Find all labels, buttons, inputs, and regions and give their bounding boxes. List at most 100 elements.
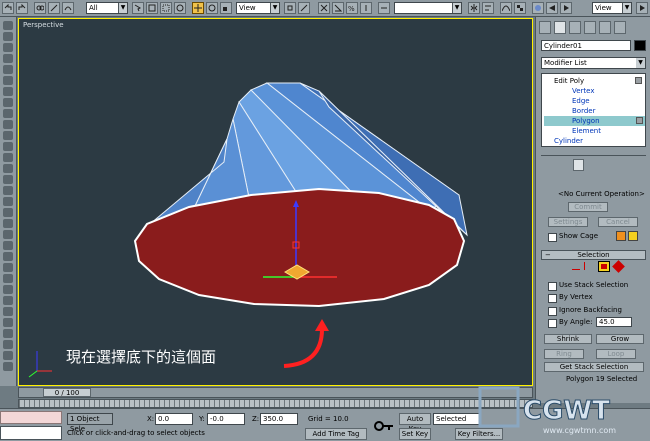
- redo-icon[interactable]: [16, 2, 28, 14]
- render-scene-icon[interactable]: [546, 2, 558, 14]
- stack-item-vertex[interactable]: Vertex: [572, 86, 644, 96]
- y-coordinate-field[interactable]: -0.0: [207, 413, 245, 425]
- stack-item-edit-poly[interactable]: Edit Poly: [554, 76, 644, 86]
- left-toolbar-tool-icon[interactable]: [3, 186, 13, 195]
- rectangular-selection-icon[interactable]: [160, 2, 172, 14]
- snaps-toggle-icon[interactable]: [318, 2, 330, 14]
- named-selection-icon[interactable]: [378, 2, 390, 14]
- left-toolbar-tool-icon[interactable]: [3, 87, 13, 96]
- by-vertex-checkbox[interactable]: By Vertex: [548, 293, 593, 303]
- stack-item-edge[interactable]: Edge: [572, 96, 644, 106]
- reference-coordinate-dropdown[interactable]: View ▼: [236, 2, 280, 14]
- stack-item-element[interactable]: Element: [572, 126, 644, 136]
- time-slider[interactable]: 0 / 100: [18, 387, 533, 398]
- make-unique-icon[interactable]: [599, 159, 610, 171]
- auto-key-button[interactable]: Auto Key: [399, 413, 431, 433]
- pivot-point-icon[interactable]: [284, 2, 296, 14]
- left-toolbar-tool-icon[interactable]: [3, 65, 13, 74]
- key-mode-dropdown[interactable]: Selected: [433, 413, 481, 425]
- left-toolbar-tool-icon[interactable]: [3, 32, 13, 41]
- mirror-icon[interactable]: [468, 2, 480, 14]
- stack-toggle-icon[interactable]: [636, 117, 643, 124]
- left-toolbar-tool-icon[interactable]: [3, 21, 13, 30]
- stack-item-polygon[interactable]: Polygon: [544, 116, 645, 126]
- left-toolbar-tool-icon[interactable]: [3, 329, 13, 338]
- left-toolbar-tool-icon[interactable]: [3, 98, 13, 107]
- left-toolbar-tool-icon[interactable]: [3, 230, 13, 239]
- create-tab-icon[interactable]: [539, 21, 551, 34]
- edge-mode-icon[interactable]: [584, 262, 592, 270]
- render-type-dropdown[interactable]: View ▼: [592, 2, 632, 14]
- named-selection-sets-dropdown[interactable]: ▼: [394, 2, 462, 14]
- z-coordinate-field[interactable]: 350.0: [260, 413, 298, 425]
- cage-selected-color-swatch[interactable]: [628, 231, 638, 241]
- cage-color-swatch[interactable]: [616, 231, 626, 241]
- pin-stack-icon[interactable]: [553, 159, 564, 171]
- configure-sets-icon[interactable]: [633, 159, 644, 171]
- left-toolbar-tool-icon[interactable]: [3, 120, 13, 129]
- select-and-move-icon[interactable]: [192, 2, 204, 14]
- set-key-icon[interactable]: [373, 417, 395, 435]
- left-toolbar-tool-icon[interactable]: [3, 208, 13, 217]
- modify-tab-icon[interactable]: [554, 21, 566, 34]
- x-coordinate-field[interactable]: 0.0: [155, 413, 193, 425]
- element-mode-icon[interactable]: [612, 260, 625, 273]
- cancel-button[interactable]: Cancel: [598, 217, 638, 227]
- left-toolbar-tool-icon[interactable]: [3, 340, 13, 349]
- left-toolbar-tool-icon[interactable]: [3, 54, 13, 63]
- time-slider-thumb[interactable]: 0 / 100: [43, 388, 91, 397]
- by-angle-checkbox[interactable]: By Angle:: [548, 318, 592, 328]
- commit-button[interactable]: Commit: [568, 202, 608, 212]
- render-last-icon[interactable]: [636, 2, 648, 14]
- stack-toggle-icon[interactable]: [635, 77, 642, 84]
- track-bar[interactable]: [18, 399, 533, 408]
- selection-rollout-header[interactable]: − Selection: [541, 250, 646, 260]
- percent-snap-icon[interactable]: %: [346, 2, 358, 14]
- unlink-icon[interactable]: [48, 2, 60, 14]
- use-stack-selection-checkbox[interactable]: Use Stack Selection: [548, 281, 628, 291]
- grow-button[interactable]: Grow: [596, 334, 644, 344]
- show-end-result-icon[interactable]: [573, 159, 584, 171]
- utilities-tab-icon[interactable]: [614, 21, 626, 34]
- angle-spinner[interactable]: 45.0: [596, 317, 632, 327]
- motion-tab-icon[interactable]: [584, 21, 596, 34]
- spinner-snap-icon[interactable]: [360, 2, 372, 14]
- left-toolbar-tool-icon[interactable]: [3, 241, 13, 250]
- modifier-list-dropdown[interactable]: Modifier List ▼: [541, 57, 646, 69]
- show-cage-checkbox[interactable]: Show Cage: [548, 232, 598, 242]
- select-object-icon[interactable]: [132, 2, 144, 14]
- left-toolbar-tool-icon[interactable]: [3, 43, 13, 52]
- left-toolbar-tool-icon[interactable]: [3, 142, 13, 151]
- left-toolbar-tool-icon[interactable]: [3, 252, 13, 261]
- ring-button[interactable]: Ring: [544, 349, 584, 359]
- left-toolbar-tool-icon[interactable]: [3, 175, 13, 184]
- select-and-link-icon[interactable]: [34, 2, 46, 14]
- bind-space-warp-icon[interactable]: [62, 2, 74, 14]
- left-toolbar-tool-icon[interactable]: [3, 76, 13, 85]
- left-toolbar-tool-icon[interactable]: [3, 362, 13, 371]
- left-toolbar-tool-icon[interactable]: [3, 285, 13, 294]
- left-toolbar-tool-icon[interactable]: [3, 318, 13, 327]
- curve-editor-icon[interactable]: [500, 2, 512, 14]
- schematic-view-icon[interactable]: [514, 2, 526, 14]
- ignore-backfacing-checkbox[interactable]: Ignore Backfacing: [548, 306, 622, 316]
- stack-item-cylinder[interactable]: Cylinder: [554, 136, 644, 146]
- left-toolbar-tool-icon[interactable]: [3, 197, 13, 206]
- vertex-mode-icon[interactable]: [572, 262, 580, 270]
- select-by-name-icon[interactable]: [146, 2, 158, 14]
- select-and-scale-icon[interactable]: [220, 2, 232, 14]
- display-tab-icon[interactable]: [599, 21, 611, 34]
- left-toolbar-tool-icon[interactable]: [3, 296, 13, 305]
- get-stack-selection-button[interactable]: Get Stack Selection: [544, 362, 644, 372]
- maxscript-listener-mini[interactable]: [0, 411, 62, 424]
- left-toolbar-tool-icon[interactable]: [3, 109, 13, 118]
- align-icon[interactable]: [482, 2, 494, 14]
- left-toolbar-tool-icon[interactable]: [3, 164, 13, 173]
- object-name-field[interactable]: Cylinder01: [541, 40, 631, 51]
- material-editor-icon[interactable]: [532, 2, 544, 14]
- remove-modifier-icon[interactable]: [613, 159, 624, 171]
- maxscript-input-mini[interactable]: [0, 426, 62, 440]
- left-toolbar-tool-icon[interactable]: [3, 219, 13, 228]
- set-key-button[interactable]: Set Key: [399, 428, 431, 440]
- settings-button[interactable]: Settings: [548, 217, 588, 227]
